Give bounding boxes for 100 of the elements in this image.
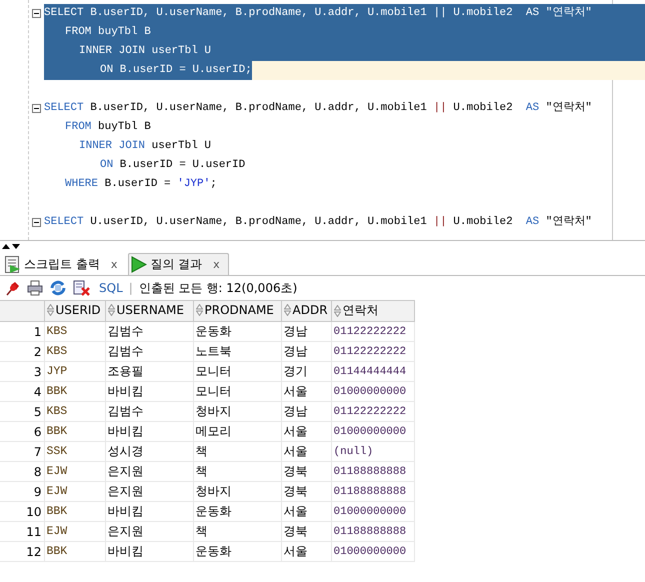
table-cell: 경남 [281,342,331,362]
table-cell: 운동화 [193,322,281,342]
column-header[interactable]: PRODNAME [193,300,281,322]
collapse-icon[interactable] [32,104,41,113]
table-cell: 경기 [281,362,331,382]
close-tab-button[interactable]: x [213,258,220,270]
code-line: SELECT B.userID, U.userName, B.prodName, U.addr, U.mobile1 || U.mobile2 AS "연락처" [44,100,592,116]
splitter-arrows-icon[interactable] [2,242,20,250]
table-cell: 은지원 [105,462,193,482]
table-cell: 조용필 [105,362,193,382]
row-number: 6 [0,422,44,442]
table-cell: 01188888888 [331,482,414,502]
table-cell: JYP [44,362,105,382]
code-line: SELECT U.userID, U.userName, B.prodName, U.addr, U.mobile1 || U.mobile2 AS "연락처" [44,214,592,230]
row-number: 12 [0,542,44,562]
table-cell: SSK [44,442,105,462]
row-number: 10 [0,502,44,522]
table-cell: 01122222222 [331,402,414,422]
table-cell: 바비킴 [105,422,193,442]
table-cell: 은지원 [105,522,193,542]
table-cell: 서울 [281,502,331,522]
column-header[interactable]: ADDR [281,300,331,322]
collapse-icon[interactable] [32,9,41,18]
table-cell: KBS [44,402,105,422]
table-cell: 서울 [281,542,331,562]
table-cell: 운동화 [193,502,281,522]
panel-tab[interactable]: 스크립트 출력 x [2,253,126,275]
column-header[interactable]: USERNAME [105,300,193,322]
sort-icon [334,304,340,317]
table-cell: 서울 [281,382,331,402]
table-cell: 01000000000 [331,542,414,562]
table-cell: 청바지 [193,402,281,422]
row-number: 4 [0,382,44,402]
table-cell: 01144444444 [331,362,414,382]
row-number: 7 [0,442,44,462]
table-cell: KBS [44,342,105,362]
table-cell: 김범수 [105,342,193,362]
table-cell: BBK [44,502,105,522]
table-cell: 경남 [281,322,331,342]
code-line: WHERE B.userID = 'JYP'; [65,177,217,192]
table-cell: 김범수 [105,322,193,342]
table-cell: 책 [193,522,281,542]
fetch-status: 인출된 모든 행: 12(0,006초) [138,280,298,296]
table-cell: 모니터 [193,382,281,402]
row-number: 11 [0,522,44,542]
row-number: 8 [0,462,44,482]
table-cell: 바비킴 [105,502,193,522]
table-cell: 01122222222 [331,342,414,362]
row-number: 9 [0,482,44,502]
panel-tab[interactable]: 질의 결과 x [128,253,229,275]
code-line: FROM buyTbl B [65,120,151,135]
column-header[interactable]: 연락처 [331,300,414,322]
sort-icon [108,304,114,316]
table-cell: 경북 [281,482,331,502]
table-cell: 바비킴 [105,542,193,562]
sort-icon [46,304,54,316]
table-cell: 01000000000 [331,382,414,402]
clear-icon[interactable] [73,280,91,296]
table-cell: BBK [44,382,105,402]
table-cell: 책 [193,462,281,482]
collapse-icon[interactable] [32,218,41,227]
table-cell: 메모리 [193,422,281,442]
row-number: 2 [0,342,44,362]
table-cell: 책 [193,442,281,462]
table-cell: BBK [44,542,105,562]
table-cell: 01188888888 [331,522,414,542]
table-cell: EJW [44,482,105,502]
script-output-icon [5,256,21,272]
table-cell: 성시경 [105,442,193,462]
sql-link[interactable]: SQL [99,281,123,295]
table-cell: 경북 [281,522,331,542]
refresh-icon[interactable] [49,280,67,296]
close-tab-button[interactable]: x [110,258,118,270]
pin-icon[interactable] [5,280,21,296]
table-cell: 서울 [281,442,331,462]
column-header[interactable]: USERID [44,300,105,322]
table-cell: KBS [44,322,105,342]
play-icon [131,256,148,272]
table-cell: 01000000000 [331,422,414,442]
sort-icon [196,304,202,316]
code-line: ON B.userID = U.userID [100,158,246,173]
table-cell: 01122222222 [331,322,414,342]
print-icon[interactable] [27,280,43,296]
table-cell: EJW [44,522,105,542]
row-number: 1 [0,322,44,342]
table-cell: 은지원 [105,482,193,502]
table-cell: 김범수 [105,402,193,422]
table-cell: 경북 [281,462,331,482]
table-cell: EJW [44,462,105,482]
separator: | [128,281,133,295]
table-cell: 바비킴 [105,382,193,402]
table-cell: (null) [331,442,414,462]
table-cell: 모니터 [193,362,281,382]
table-cell: 청바지 [193,482,281,502]
table-cell: 운동화 [193,542,281,562]
table-cell: 01000000000 [331,502,414,522]
table-cell: BBK [44,422,105,442]
code-line: INNER JOIN userTbl U [79,139,212,154]
table-cell: 노트북 [193,342,281,362]
row-number: 3 [0,362,44,382]
